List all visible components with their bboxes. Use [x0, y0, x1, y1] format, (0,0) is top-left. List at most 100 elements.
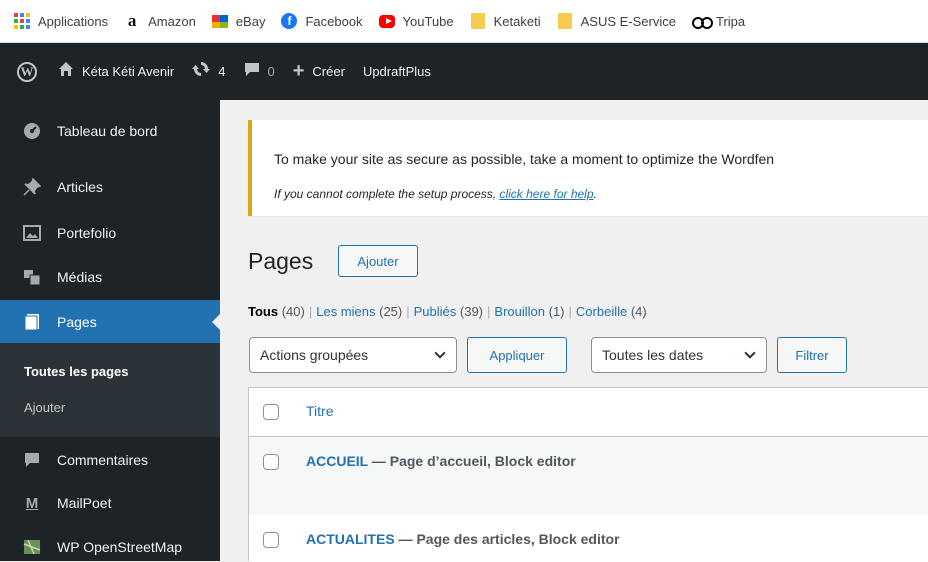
date-filter-value: Toutes les dates: [602, 347, 704, 363]
column-title-header[interactable]: Titre: [306, 403, 333, 419]
filter-all[interactable]: Tous (40): [248, 304, 305, 319]
row-title: ACTUALITES — Page des articles, Block ed…: [306, 531, 620, 547]
comment-icon: [22, 450, 42, 470]
bookmark-label: eBay: [235, 13, 266, 29]
notice-help: If you cannot complete the setup process…: [274, 187, 597, 201]
row-checkbox[interactable]: [263, 532, 279, 548]
bookmark-facebook[interactable]: f Facebook: [281, 13, 363, 29]
page-title-link[interactable]: ACCUEIL: [306, 453, 368, 469]
page-state: — Page des articles, Block editor: [394, 531, 620, 547]
folder-icon: [557, 13, 573, 29]
sidebar-item-dashboard[interactable]: Tableau de bord: [0, 116, 220, 146]
sidebar-item-pages[interactable]: Pages: [0, 300, 220, 343]
sidebar-item-label: Médias: [57, 269, 103, 285]
sidebar-item-label: Portefolio: [57, 225, 117, 241]
sidebar-item-mailpoet[interactable]: M MailPoet: [0, 488, 220, 518]
sidebar-item-wp-openstreetmap[interactable]: WP OpenStreetMap: [0, 532, 220, 562]
sidebar-item-medias[interactable]: Médias: [0, 262, 220, 292]
youtube-icon: [378, 13, 395, 29]
admin-bar: W Kéta Kéti Avenir 4 0 + Créer UpdraftPl…: [0, 43, 928, 100]
image-icon: [22, 223, 42, 243]
comments-count: 0: [267, 64, 275, 79]
table-row: ACCUEIL — Page d’accueil, Block editor: [249, 437, 928, 515]
sidebar-item-articles[interactable]: Articles: [0, 172, 220, 202]
amazon-icon: a: [127, 11, 137, 30]
comments-link[interactable]: 0: [235, 43, 284, 100]
sidebar-item-label: Articles: [57, 179, 103, 195]
notice-help-prefix: If you cannot complete the setup process…: [274, 187, 500, 201]
ebay-icon: [211, 13, 228, 29]
updates-link[interactable]: 4: [183, 43, 234, 100]
chevron-down-icon: [434, 347, 446, 359]
plus-icon: +: [292, 60, 305, 82]
add-page-button[interactable]: Ajouter: [338, 245, 418, 277]
admin-sidebar: Tableau de bord Articles Portefolio Médi…: [0, 100, 220, 561]
media-icon: [22, 267, 42, 287]
select-all-checkbox[interactable]: [263, 404, 279, 420]
tripadvisor-icon: [692, 13, 713, 29]
bookmark-label: Amazon: [148, 13, 196, 29]
table-row: ACTUALITES — Page des articles, Block ed…: [249, 515, 928, 562]
bookmark-label: Ketaketi: [493, 13, 541, 29]
active-indicator: [212, 313, 220, 330]
filter-published[interactable]: Publiés (39): [414, 304, 483, 319]
page-title-link[interactable]: ACTUALITES: [306, 531, 395, 547]
notice-help-suffix: .: [593, 187, 597, 201]
bookmarks-bar: Applications a Amazon eBay f Facebook Yo…: [0, 0, 928, 43]
help-link[interactable]: click here for help: [499, 187, 593, 201]
new-content-link[interactable]: + Créer: [284, 43, 354, 100]
bookmark-amazon[interactable]: a Amazon: [124, 11, 196, 30]
page-icon: [22, 312, 42, 332]
bookmark-label: Tripa: [716, 13, 746, 29]
bookmark-ebay[interactable]: eBay: [211, 13, 266, 29]
row-checkbox[interactable]: [263, 454, 279, 470]
facebook-icon: f: [281, 13, 298, 29]
updraftplus-link[interactable]: UpdraftPlus: [354, 43, 440, 100]
chevron-down-icon: [744, 347, 756, 359]
folder-icon: [470, 13, 486, 29]
sidebar-item-label: Pages: [57, 313, 97, 330]
updraftplus-label: UpdraftPlus: [362, 64, 431, 79]
new-content-label: Créer: [312, 64, 345, 79]
bulk-actions-value: Actions groupées: [260, 347, 369, 363]
filter-mine[interactable]: Les miens (25): [316, 304, 402, 319]
wordpress-logo-icon: W: [17, 61, 37, 82]
row-title: ACCUEIL — Page d’accueil, Block editor: [306, 453, 576, 469]
bookmark-label: YouTube: [402, 13, 454, 29]
filter-button[interactable]: Filtrer: [777, 337, 847, 373]
submenu-all-pages[interactable]: Toutes les pages: [24, 364, 129, 379]
page-title: Pages: [248, 248, 314, 274]
filter-trash[interactable]: Corbeille (4): [576, 304, 647, 319]
comment-icon: [244, 61, 260, 82]
bookmark-applications[interactable]: Applications: [14, 13, 108, 29]
date-filter-select[interactable]: Toutes les dates: [591, 337, 767, 373]
bookmark-tripadvisor[interactable]: Tripa: [692, 13, 745, 29]
site-name-link[interactable]: Kéta Kéti Avenir: [49, 43, 183, 100]
bookmark-label: Applications: [38, 13, 109, 29]
wordpress-menu[interactable]: W: [0, 43, 49, 100]
sidebar-item-label: Tableau de bord: [57, 123, 158, 139]
submenu-add-page[interactable]: Ajouter: [24, 400, 65, 415]
sidebar-item-label: Commentaires: [57, 452, 149, 468]
sidebar-item-commentaires[interactable]: Commentaires: [0, 445, 220, 475]
dashboard-icon: [22, 121, 42, 141]
bookmark-label: ASUS E-Service: [580, 13, 676, 29]
bookmark-youtube[interactable]: YouTube: [378, 13, 454, 29]
updates-count: 4: [218, 64, 226, 79]
sidebar-item-portefolio[interactable]: Portefolio: [0, 218, 220, 248]
home-icon: [58, 61, 74, 82]
apply-button[interactable]: Appliquer: [467, 337, 567, 373]
bookmark-asus-e-service[interactable]: ASUS E-Service: [557, 13, 676, 29]
site-name: Kéta Kéti Avenir: [82, 64, 175, 79]
apps-grid-icon: [14, 13, 30, 29]
status-filters: Tous (40) | Les miens (25) | Publiés (39) | Br…: [248, 304, 647, 319]
bulk-actions-select[interactable]: Actions groupées: [249, 337, 457, 373]
bookmark-ketaketi[interactable]: Ketaketi: [470, 13, 541, 29]
pages-table: Titre ACCUEIL — Page d’accueil, Block ed…: [248, 387, 928, 562]
notice-text: To make your site as secure as possible,…: [274, 151, 775, 167]
sidebar-item-label: WP OpenStreetMap: [57, 539, 183, 555]
filter-draft[interactable]: Brouillon (1): [494, 304, 564, 319]
map-icon: [22, 537, 42, 557]
table-header: Titre: [249, 388, 928, 437]
sidebar-item-label: MailPoet: [57, 495, 112, 511]
